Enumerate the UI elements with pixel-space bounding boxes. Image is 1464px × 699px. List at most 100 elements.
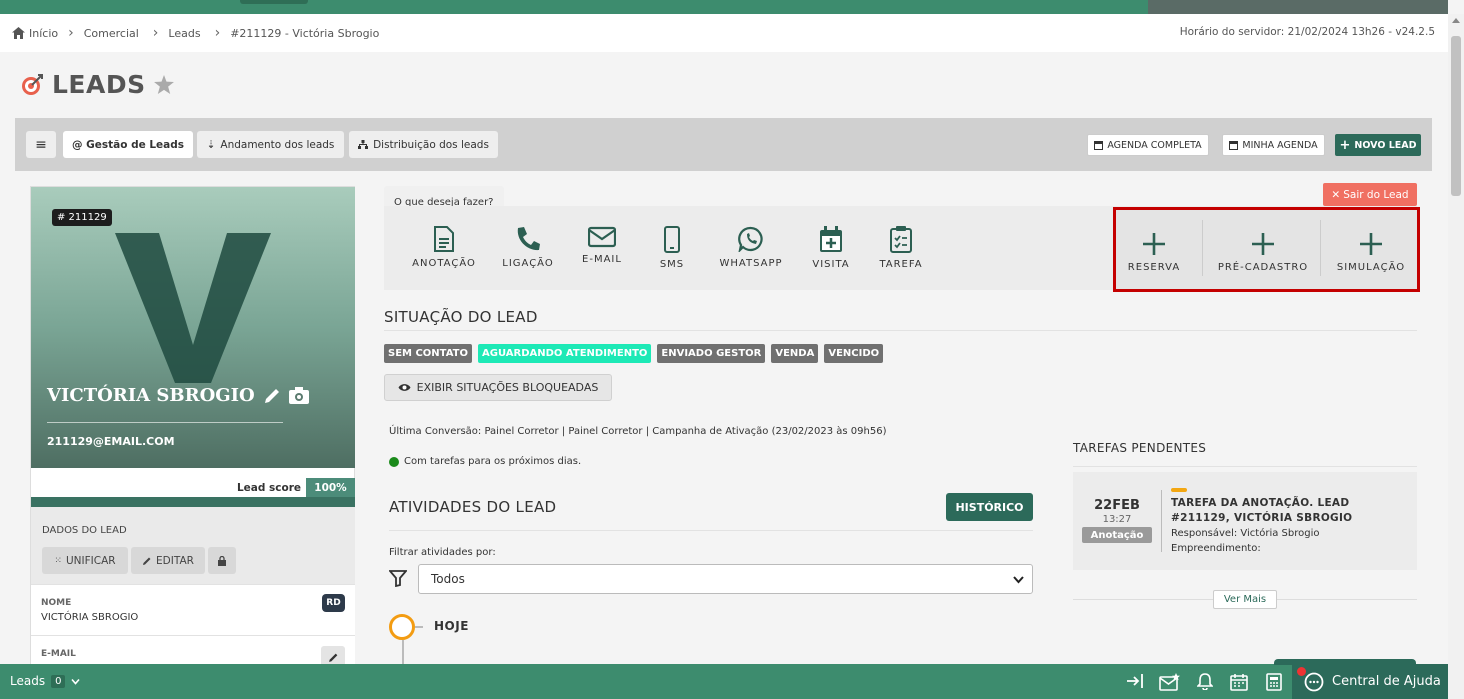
chevron-right-icon: › (68, 25, 74, 41)
task-card[interactable]: 22FEB 13:27 Anotação TAREFA DA ANOTAÇÃO.… (1073, 472, 1417, 570)
unificar-button[interactable]: ⁙ UNIFICAR (42, 547, 128, 574)
chevron-right-icon: › (214, 25, 221, 41)
action-visita[interactable]: VISITA (791, 226, 871, 270)
breadcrumb-item-comercial[interactable]: Comercial (84, 27, 139, 40)
action-pre-cadastro[interactable]: PRÉ-CADASTRO (1208, 232, 1318, 273)
lead-id-badge: # 211129 (52, 209, 112, 226)
clipboard-check-icon (890, 226, 912, 253)
footer-leads-label: Leads (10, 674, 46, 688)
calendar-icon (1094, 141, 1104, 150)
lead-email: 211129@EMAIL.COM (47, 435, 175, 448)
action-whatsapp[interactable]: WHATSAPP (711, 226, 791, 269)
menu-button[interactable]: ≡ (26, 131, 56, 158)
divider (1161, 490, 1162, 552)
breadcrumb-item-leads[interactable]: Leads (168, 27, 200, 40)
chevron-down-icon (71, 678, 81, 685)
scrollbar-thumb[interactable] (1451, 36, 1461, 196)
lead-score-bar (31, 497, 355, 507)
tag-aguardando-atendimento[interactable]: AGUARDANDO ATENDIMENTO (478, 344, 652, 363)
chat-help-icon (1304, 672, 1324, 691)
tag-sem-contato[interactable]: SEM CONTATO (384, 344, 473, 363)
scroll-up-icon[interactable] (1452, 18, 1460, 23)
mail-star-icon[interactable] (1159, 673, 1181, 691)
situacao-tags: SEM CONTATO AGUARDANDO ATENDIMENTO ENVIA… (384, 344, 884, 363)
tab-gestao-de-leads[interactable]: @ Gestão de Leads (63, 131, 193, 158)
calendar-plus-icon (820, 226, 842, 252)
editar-label: EDITAR (156, 554, 194, 567)
dados-label: DADOS DO LEAD (42, 525, 127, 536)
tab-distribuicao-label: Distribuição dos leads (373, 138, 489, 151)
minha-agenda-button[interactable]: MINHA AGENDA (1222, 134, 1325, 156)
action-visita-label: VISITA (812, 259, 850, 270)
tab-gestao-label: @ Gestão de Leads (71, 138, 185, 151)
camera-icon[interactable] (288, 387, 309, 404)
action-ligacao-label: LIGAÇÃO (502, 258, 554, 269)
novo-lead-button[interactable]: + NOVO LEAD (1335, 134, 1421, 156)
atividades-title: ATIVIDADES DO LEAD (389, 498, 557, 516)
pencil-icon[interactable] (263, 387, 281, 405)
minha-agenda-label: MINHA AGENDA (1242, 139, 1318, 151)
sair-do-lead-button[interactable]: ✕ Sair do Lead (1323, 183, 1417, 206)
tarefas-pendentes: TAREFAS PENDENTES 22FEB 13:27 Anotação T… (1073, 441, 1417, 609)
tag-enviado-gestor[interactable]: ENVIADO GESTOR (657, 344, 766, 363)
toolbar: ≡ @ Gestão de Leads ⇣ Andamento dos lead… (15, 118, 1432, 171)
field-nome: NOME VICTÓRIA SBROGIO RD (31, 584, 355, 635)
calendar-icon (1229, 141, 1239, 150)
action-simulacao[interactable]: SIMULAÇÃO (1326, 232, 1416, 273)
top-strip (0, 0, 1448, 14)
page-header: LEADS (20, 70, 174, 99)
action-reserva[interactable]: RESERVA (1114, 232, 1194, 273)
editar-button[interactable]: EDITAR (131, 547, 205, 574)
action-anotacao[interactable]: ANOTAÇÃO (404, 226, 484, 269)
filter-select[interactable]: Todos (418, 564, 1033, 594)
page-title: LEADS (52, 70, 146, 99)
whatsapp-icon (738, 226, 763, 252)
field-nome-value: VICTÓRIA SBROGIO (41, 612, 139, 623)
name-divider (47, 422, 283, 423)
calendar-icon[interactable] (1230, 673, 1248, 691)
action-sms[interactable]: SMS (632, 226, 712, 270)
action-email[interactable]: E-MAIL (562, 226, 642, 265)
tab-distribuicao-dos-leads[interactable]: Distribuição dos leads (349, 131, 498, 158)
bell-icon[interactable] (1197, 673, 1213, 690)
breadcrumb-item-current: #211129 - Victória Sbrogio (230, 26, 380, 40)
filter-icon (389, 570, 407, 587)
tab-andamento-dos-leads[interactable]: ⇣ Andamento dos leads (197, 131, 344, 158)
action-whatsapp-label: WHATSAPP (719, 258, 783, 269)
footer-leads-selector[interactable]: Leads 0 (10, 674, 81, 688)
agenda-completa-button[interactable]: AGENDA COMPLETA (1087, 134, 1209, 156)
tasks-note-text: Com tarefas para os próximos dias. (404, 456, 582, 467)
divider (384, 330, 1417, 331)
exibir-bloqueadas-label: EXIBIR SITUAÇÕES BLOQUEADAS (416, 381, 599, 394)
historico-button[interactable]: HISTÓRICO (946, 493, 1033, 521)
rd-badge: RD (322, 594, 345, 612)
lock-button[interactable] (208, 547, 236, 574)
agenda-completa-label: AGENDA COMPLETA (1107, 139, 1202, 151)
star-icon[interactable] (153, 75, 174, 94)
plus-icon (1252, 233, 1274, 255)
ver-mais-button[interactable]: Ver Mais (1213, 590, 1277, 609)
unificar-label: UNIFICAR (65, 554, 116, 567)
home-icon (12, 27, 25, 39)
tag-venda[interactable]: VENDA (771, 344, 819, 363)
task-responsavel: Responsável: Victória Sbrogio (1171, 528, 1320, 539)
action-tarefa[interactable]: TAREFA (861, 226, 941, 270)
task-type-badge: Anotação (1082, 527, 1152, 543)
tag-vencido[interactable]: VENCIDO (824, 344, 884, 363)
action-ligacao[interactable]: LIGAÇÃO (488, 226, 568, 269)
chevron-down-icon (1013, 576, 1024, 584)
exibir-bloqueadas-button[interactable]: EXIBIR SITUAÇÕES BLOQUEADAS (384, 374, 612, 401)
calculator-icon[interactable] (1266, 673, 1282, 691)
scrollbar[interactable] (1448, 14, 1464, 699)
divider (1320, 220, 1321, 276)
lead-name-row: VICTÓRIA SBROGIO (47, 385, 309, 406)
phone-icon (517, 227, 540, 251)
plus-icon: + (1339, 137, 1351, 153)
sair-label: Sair do Lead (1343, 188, 1409, 201)
pencil-icon (328, 653, 337, 662)
sign-in-icon[interactable] (1126, 673, 1144, 689)
breadcrumb-home[interactable]: Início (12, 27, 58, 40)
timeline-marker (389, 614, 415, 640)
central-de-ajuda-button[interactable]: Central de Ajuda (1292, 664, 1448, 699)
situacao-title: SITUAÇÃO DO LEAD (384, 308, 538, 326)
